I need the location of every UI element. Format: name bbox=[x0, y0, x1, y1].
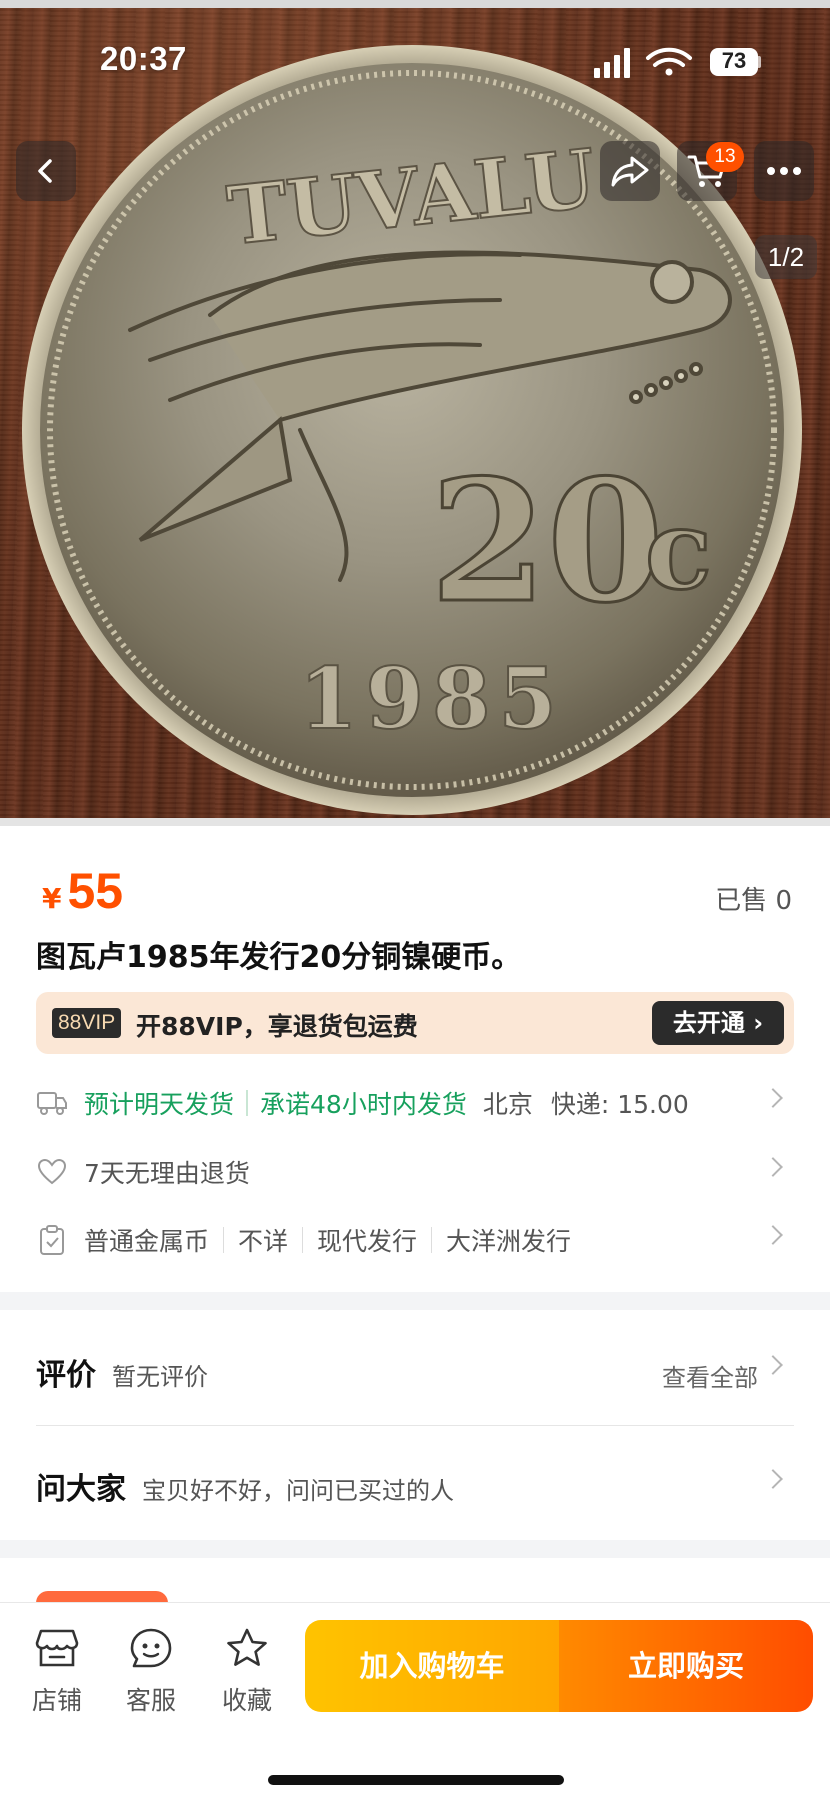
battery-level: 73 bbox=[721, 48, 747, 73]
service-label: 客服 bbox=[125, 1686, 176, 1715]
star-icon bbox=[227, 1628, 267, 1666]
home-indicator bbox=[268, 1775, 564, 1785]
status-time: 20:37 bbox=[100, 40, 187, 77]
attribute-tag: 大洋洲发行 bbox=[446, 1227, 572, 1256]
currency-symbol: ¥ bbox=[42, 882, 62, 915]
truck-icon bbox=[36, 1087, 68, 1119]
attribute-tag: 不详 bbox=[238, 1227, 289, 1256]
chevron-right-icon bbox=[763, 1225, 783, 1245]
chat-smile-icon bbox=[130, 1628, 172, 1668]
separator bbox=[246, 1090, 249, 1116]
chevron-right-icon bbox=[763, 1469, 783, 1489]
ship-fee: 快递: 15.00 bbox=[550, 1090, 689, 1119]
separator bbox=[431, 1227, 433, 1253]
separator bbox=[302, 1227, 304, 1253]
favorite-label: 收藏 bbox=[221, 1686, 272, 1715]
chevron-right-icon bbox=[763, 1355, 783, 1375]
coin-cents-text: c bbox=[645, 485, 712, 614]
ask-section[interactable]: 问大家 宝贝好不好，问问已买过的人 bbox=[36, 1464, 794, 1514]
product-title: 图瓦卢1985年发行20分铜镍硬币。 bbox=[36, 940, 522, 975]
clipboard-check-icon bbox=[36, 1224, 68, 1256]
store-label: 店铺 bbox=[31, 1686, 82, 1715]
share-icon bbox=[611, 156, 649, 187]
more-button[interactable] bbox=[754, 141, 814, 201]
share-button[interactable] bbox=[600, 141, 660, 201]
divider bbox=[36, 1425, 794, 1426]
coin-year-text: 1985 bbox=[299, 649, 565, 748]
chevron-right-icon bbox=[763, 1157, 783, 1177]
ask-title: 问大家 bbox=[36, 1472, 126, 1507]
add-to-cart-button[interactable]: 加入购物车 bbox=[305, 1620, 559, 1712]
vip-open-button[interactable]: 去开通 › bbox=[652, 1001, 784, 1045]
top-edge bbox=[0, 0, 830, 8]
returns-row[interactable]: 7天无理由退货 bbox=[36, 1152, 794, 1192]
reviews-subtitle: 暂无评价 bbox=[112, 1363, 208, 1391]
favorite-button[interactable]: 收藏 bbox=[207, 1627, 287, 1717]
vip-promo-text: 开88VIP，享退货包运费 bbox=[136, 1012, 418, 1041]
chevron-right-icon bbox=[763, 1088, 783, 1108]
chevron-left-icon bbox=[38, 159, 52, 183]
reviews-title: 评价 bbox=[36, 1358, 96, 1393]
store-icon bbox=[35, 1629, 79, 1667]
section-gap bbox=[0, 1292, 830, 1310]
bottom-edge bbox=[0, 818, 830, 826]
shipping-row[interactable]: 预计明天发货 承诺48小时内发货 北京 快递: 15.00 bbox=[36, 1083, 794, 1123]
coin-denomination-text: 20 bbox=[430, 442, 664, 640]
signal-icon bbox=[594, 48, 630, 78]
product-image-gallery[interactable]: TUVALU 20 c 1985 bbox=[0, 0, 830, 826]
ask-subtitle: 宝贝好不好，问问已买过的人 bbox=[142, 1477, 454, 1505]
wifi-icon bbox=[646, 47, 692, 76]
ship-origin: 北京 bbox=[482, 1090, 533, 1119]
attributes-row[interactable]: 普通金属币 不详 现代发行 大洋洲发行 bbox=[36, 1220, 794, 1260]
separator bbox=[223, 1227, 225, 1253]
buy-now-button[interactable]: 立即购买 bbox=[559, 1620, 813, 1712]
returns-text: 7天无理由退货 bbox=[84, 1159, 250, 1188]
image-pager: 1/2 bbox=[755, 235, 817, 279]
attribute-tag: 普通金属币 bbox=[84, 1227, 210, 1256]
store-button[interactable]: 店铺 bbox=[17, 1627, 97, 1717]
vip-tag: 88VIP bbox=[52, 1008, 122, 1038]
section-gap bbox=[0, 1540, 830, 1558]
more-dots-icon bbox=[767, 167, 801, 175]
price-value: 55 bbox=[67, 863, 124, 919]
reviews-section[interactable]: 评价 暂无评价 查看全部 bbox=[36, 1350, 794, 1400]
heart-icon bbox=[36, 1156, 68, 1188]
attribute-tag: 现代发行 bbox=[317, 1227, 418, 1256]
bottom-action-bar: 店铺 客服 收藏 加入购物车 立即购买 bbox=[0, 1602, 830, 1800]
cart-count-badge: 13 bbox=[706, 142, 744, 172]
ship-promise: 承诺48小时内发货 bbox=[260, 1090, 467, 1119]
customer-service-button[interactable]: 客服 bbox=[111, 1627, 191, 1717]
vip-banner[interactable]: 88VIP 开88VIP，享退货包运费 去开通 › bbox=[36, 992, 794, 1054]
coin-image: TUVALU 20 c 1985 bbox=[22, 45, 802, 815]
vip-open-label: 去开通 bbox=[672, 1009, 745, 1037]
ship-estimate: 预计明天发货 bbox=[84, 1090, 235, 1119]
price-row: ¥ 55 bbox=[42, 862, 123, 920]
back-button[interactable] bbox=[16, 141, 76, 201]
see-all-link[interactable]: 查看全部 bbox=[662, 1358, 758, 1393]
sold-count: 已售 0 bbox=[715, 886, 792, 916]
